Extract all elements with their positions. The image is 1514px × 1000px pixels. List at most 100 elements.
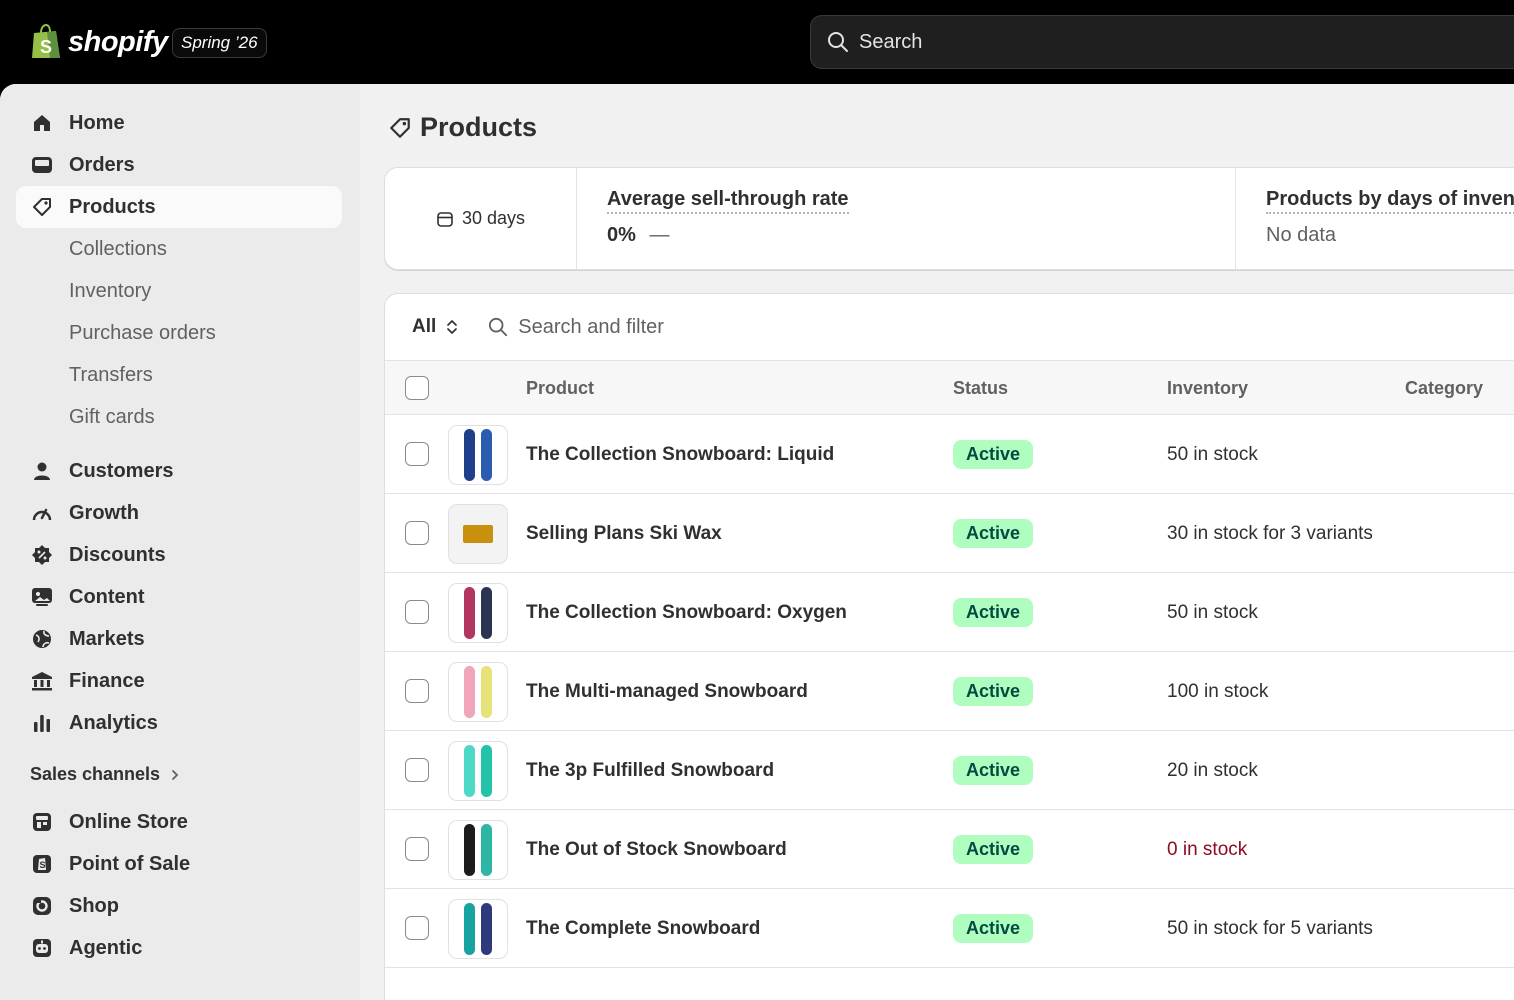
sales-channels-label: Sales channels: [30, 764, 161, 784]
sidebar-item-shop[interactable]: Shop: [16, 885, 342, 927]
sidebar-item-discounts[interactable]: Discounts: [16, 534, 342, 576]
sidebar-item-home[interactable]: Home: [16, 102, 342, 144]
column-header-inventory[interactable]: Inventory: [1167, 361, 1248, 415]
sidebar-item-label: Markets: [69, 627, 145, 650]
product-image: [481, 903, 492, 955]
sidebar-item-customers[interactable]: Customers: [16, 450, 342, 492]
row-checkbox[interactable]: [405, 758, 429, 782]
date-range-label: 30 days: [461, 208, 526, 228]
product-name[interactable]: The Multi-managed Snowboard: [526, 652, 808, 731]
sidebar: Home Orders Products Collections Invento…: [0, 84, 360, 1000]
date-range-button[interactable]: 30 days: [385, 168, 577, 269]
search-placeholder: Search and filter: [518, 315, 664, 338]
globe-icon: [30, 627, 54, 651]
table-row[interactable]: The 3p Fulfilled Snowboard Active 20 in st…: [385, 731, 1514, 810]
product-thumbnail[interactable]: [448, 425, 508, 485]
sidebar-item-analytics[interactable]: Analytics: [16, 702, 342, 744]
sidebar-item-label: Discounts: [69, 543, 166, 566]
sidebar-item-markets[interactable]: Markets: [16, 618, 342, 660]
table-row[interactable]: The Collection Snowboard: Liquid Active 50…: [385, 415, 1514, 494]
sidebar-item-point-of-sale[interactable]: S Point of Sale: [16, 843, 342, 885]
metric-value: No data: [1266, 224, 1337, 246]
sidebar-item-label: Agentic: [69, 936, 143, 959]
view-select[interactable]: All: [412, 316, 458, 338]
sidebar-subitem-gift-cards[interactable]: Gift cards: [69, 396, 155, 438]
shopify-logo[interactable]: S shopify: [30, 24, 168, 60]
select-all-checkbox[interactable]: [405, 376, 429, 400]
view-select-label: All: [412, 316, 437, 337]
product-image: [481, 666, 492, 718]
product-thumbnail[interactable]: [448, 504, 508, 564]
table-row[interactable]: The Out of Stock Snowboard Active 0 in sto…: [385, 810, 1514, 889]
chevron-right-icon: [172, 769, 179, 780]
inventory-value: 20 in stock: [1167, 760, 1258, 781]
product-thumbnail[interactable]: [448, 662, 508, 722]
product-image: [464, 824, 475, 876]
product-name[interactable]: The Collection Snowboard: Liquid: [526, 415, 834, 494]
sidebar-item-growth[interactable]: Growth: [16, 492, 342, 534]
home-icon: [30, 111, 54, 135]
row-checkbox[interactable]: [405, 916, 429, 940]
table-row[interactable]: The Collection Snowboard: Oxygen Active 50…: [385, 573, 1514, 652]
sidebar-item-content[interactable]: Content: [16, 576, 342, 618]
column-header-category[interactable]: Category: [1405, 361, 1483, 415]
metric-value-number: 0%: [607, 224, 636, 246]
product-thumbnail[interactable]: [448, 899, 508, 959]
pos-icon: S: [30, 852, 54, 876]
sidebar-subitem-inventory[interactable]: Inventory: [69, 270, 151, 312]
search-icon: [828, 32, 848, 52]
table-row[interactable]: Selling Plans Ski Wax Active 30 in stock f…: [385, 494, 1514, 573]
product-image: [464, 429, 475, 481]
edition-badge[interactable]: Spring ’26: [172, 28, 267, 58]
sidebar-item-label: Online Store: [69, 810, 188, 833]
app-shell: Home Orders Products Collections Invento…: [0, 84, 1514, 1000]
row-checkbox[interactable]: [405, 521, 429, 545]
product-name[interactable]: The Out of Stock Snowboard: [526, 810, 787, 889]
status-badge: Active: [953, 677, 1034, 706]
sidebar-item-agentic[interactable]: Agentic: [16, 927, 342, 969]
sidebar-item-online-store[interactable]: Online Store: [16, 801, 342, 843]
product-name[interactable]: The Complete Snowboard: [526, 889, 760, 968]
inbox-icon: [30, 153, 54, 177]
status-badge: Active: [953, 440, 1034, 469]
metric-days-of-inventory[interactable]: Products by days of invent No data: [1266, 188, 1514, 247]
table-row[interactable]: The Complete Snowboard Active 50 in stock …: [385, 889, 1514, 968]
sidebar-subitem-purchase-orders[interactable]: Purchase orders: [69, 312, 216, 354]
discount-icon: [30, 543, 54, 567]
row-checkbox[interactable]: [405, 679, 429, 703]
sidebar-item-orders[interactable]: Orders: [16, 144, 342, 186]
sidebar-subitem-transfers[interactable]: Transfers: [69, 354, 153, 396]
product-thumbnail[interactable]: [448, 583, 508, 643]
column-header-status[interactable]: Status: [953, 361, 1008, 415]
sidebar-item-label: Analytics: [69, 711, 158, 734]
search-and-filter-input[interactable]: Search and filter: [488, 316, 664, 339]
product-image: [463, 525, 493, 543]
person-icon: [30, 459, 54, 483]
global-search-input[interactable]: Search: [810, 15, 1514, 69]
product-thumbnail[interactable]: [448, 741, 508, 801]
product-name[interactable]: The 3p Fulfilled Snowboard: [526, 731, 774, 810]
table-row[interactable]: The Multi-managed Snowboard Active 100 in …: [385, 652, 1514, 731]
status-badge: Active: [953, 519, 1034, 548]
product-name[interactable]: The Collection Snowboard: Oxygen: [526, 573, 847, 652]
sidebar-item-finance[interactable]: Finance: [16, 660, 342, 702]
product-thumbnail[interactable]: [448, 820, 508, 880]
product-name[interactable]: Selling Plans Ski Wax: [526, 494, 722, 573]
metric-sell-through[interactable]: Average sell-through rate 0% —: [607, 188, 849, 247]
metric-label: Products by days of invent: [1266, 188, 1514, 214]
page-title: Products: [388, 112, 537, 143]
product-image: [481, 587, 492, 639]
row-checkbox[interactable]: [405, 442, 429, 466]
sidebar-item-products[interactable]: Products: [16, 186, 342, 228]
product-image: [481, 429, 492, 481]
inventory-value: 50 in stock for 5 variants: [1167, 918, 1373, 939]
metric-value: 0% —: [607, 224, 849, 247]
sales-channels-heading[interactable]: Sales channels: [30, 764, 180, 785]
robot-icon: [30, 936, 54, 960]
sidebar-subitem-collections[interactable]: Collections: [69, 228, 167, 270]
row-checkbox[interactable]: [405, 837, 429, 861]
row-checkbox[interactable]: [405, 600, 429, 624]
content-icon: [30, 585, 54, 609]
table-header: Product Status Inventory Category: [385, 361, 1514, 415]
column-header-product[interactable]: Product: [526, 361, 594, 415]
